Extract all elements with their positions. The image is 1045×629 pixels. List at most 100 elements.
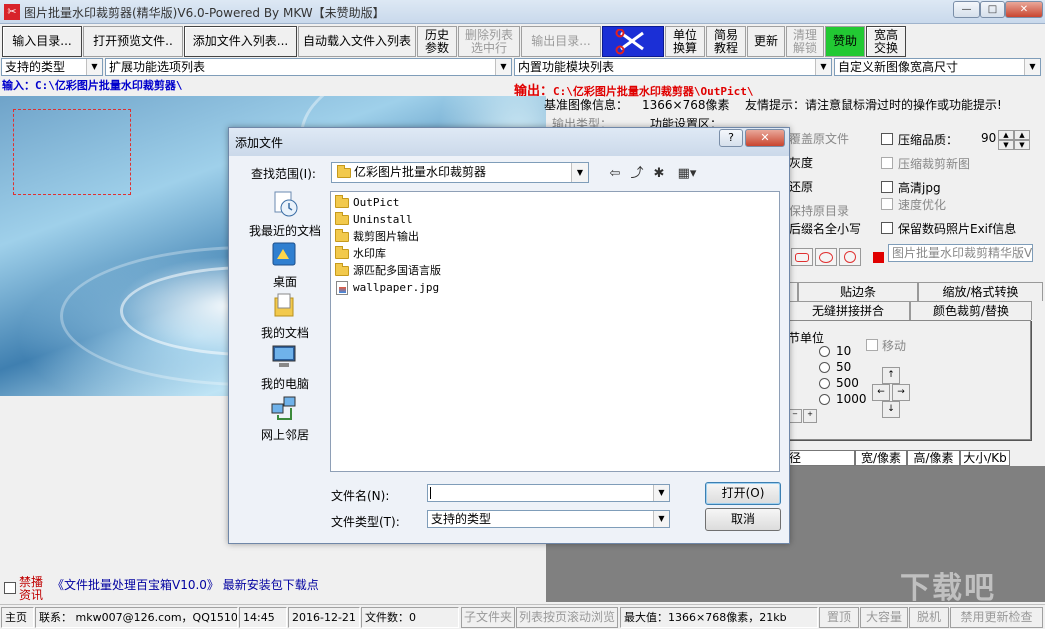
quality-up-button-2[interactable]: ▲ xyxy=(1014,130,1030,140)
output-dir-button[interactable]: 输出目录... xyxy=(521,26,601,57)
quality-down-button[interactable]: ▼ xyxy=(998,140,1014,150)
small-spin-up[interactable]: + xyxy=(803,409,817,423)
new-folder-icon[interactable]: ✱ xyxy=(650,166,668,182)
chevron-down-icon: ▼ xyxy=(571,163,588,182)
unit-line-1: 单位 xyxy=(672,27,697,42)
tutorial-button[interactable]: 简易 教程 xyxy=(706,26,746,57)
list-item[interactable]: OutPict xyxy=(335,195,399,211)
look-in-select[interactable]: 亿彩图片批量水印裁剪器 ▼ xyxy=(331,162,589,183)
text-caret xyxy=(430,487,431,499)
ext-options-select[interactable]: 扩展功能选项列表 ▼ xyxy=(105,58,512,76)
watermark-text-input[interactable]: 图片批量水印裁剪精华版V xyxy=(888,244,1033,262)
rect-shape-button[interactable] xyxy=(791,248,813,266)
col-width[interactable]: 宽/像素 xyxy=(855,450,907,466)
open-dir-button[interactable]: 输入目录... xyxy=(2,26,82,57)
quality-up-button[interactable]: ▲ xyxy=(998,130,1014,140)
news-link[interactable]: 《文件批量处理百宝箱V10.0》 最新安装包下载点 xyxy=(52,576,319,593)
scissors-logo-button[interactable] xyxy=(602,26,664,57)
keep-dir-label: 保持原目录 xyxy=(789,204,850,218)
col-height[interactable]: 高/像素 xyxy=(907,450,960,466)
col-path[interactable]: 径 xyxy=(785,450,855,466)
move-checkbox[interactable] xyxy=(866,339,878,351)
chevron-down-icon[interactable]: ▼ xyxy=(653,485,669,501)
dialog-close-button[interactable]: ✕ xyxy=(745,129,785,147)
unit-convert-button[interactable]: 单位 换算 xyxy=(665,26,705,57)
up-folder-icon[interactable]: ⤴ xyxy=(628,166,646,182)
auto-load-button[interactable]: 自动载入文件入列表 xyxy=(298,26,416,57)
sponsor-button[interactable]: 赞助 xyxy=(825,26,865,57)
help-button[interactable]: ? xyxy=(719,129,743,147)
file-list[interactable]: OutPict Uninstall 裁剪图片输出 水印库 源匹配多国语言版 wa… xyxy=(330,191,780,472)
move-down-button[interactable]: ↓ xyxy=(882,401,900,418)
dialog-title-bar: 添加文件 ? ✕ xyxy=(229,128,789,156)
custom-size-select[interactable]: 自定义新图像宽高尺寸 ▼ xyxy=(834,58,1041,76)
move-right-button[interactable]: → xyxy=(892,384,910,401)
offline-button[interactable]: 脱机 xyxy=(909,607,949,628)
tab-seamless-merge[interactable]: 无缝拼接拼合 xyxy=(786,301,910,320)
scissors-icon xyxy=(613,28,653,55)
tab-scale-format[interactable]: 缩放/格式转换 xyxy=(918,282,1043,301)
delete-row-button[interactable]: 删除列表 选中行 xyxy=(458,26,520,57)
back-icon[interactable]: ⇦ xyxy=(606,166,624,182)
type-select[interactable]: 支持的类型 ▼ xyxy=(1,58,103,76)
compress-new-checkbox[interactable] xyxy=(881,157,893,169)
open-button[interactable]: 打开(O) xyxy=(705,482,781,505)
quality-value[interactable]: 90 xyxy=(981,131,996,145)
home-link[interactable]: 主页 xyxy=(1,607,34,628)
minimize-button[interactable]: — xyxy=(953,1,980,18)
place-desktop[interactable]: 桌面 xyxy=(235,241,325,291)
keep-exif-checkbox[interactable] xyxy=(881,222,893,234)
modules-select[interactable]: 内置功能模块列表 ▼ xyxy=(514,58,832,76)
hq-jpg-checkbox[interactable] xyxy=(881,181,893,193)
list-item[interactable]: 源匹配多国语言版 xyxy=(335,263,441,279)
close-button[interactable]: ✕ xyxy=(1005,1,1043,18)
pin-top-button[interactable]: 置顶 xyxy=(819,607,859,628)
step-radio-500[interactable] xyxy=(819,378,830,389)
ellipse-shape-button[interactable] xyxy=(815,248,837,266)
image-file-icon xyxy=(336,281,348,295)
unlock-button[interactable]: 清理 解锁 xyxy=(786,26,824,57)
large-capacity-button[interactable]: 大容量 xyxy=(860,607,908,628)
tab-color-crop[interactable]: 颜色裁剪/替换 xyxy=(910,301,1032,320)
step-radio-50[interactable] xyxy=(819,362,830,373)
quality-down-button-2[interactable]: ▼ xyxy=(1014,140,1030,150)
cancel-button[interactable]: 取消 xyxy=(705,508,781,531)
color-swatch[interactable] xyxy=(873,252,884,263)
place-my-computer[interactable]: 我的电脑 xyxy=(235,343,325,393)
compress-quality-checkbox[interactable] xyxy=(881,133,893,145)
disable-update-button[interactable]: 禁用更新检查 xyxy=(950,607,1043,628)
swap-wh-button[interactable]: 宽高 交换 xyxy=(866,26,906,57)
place-recent[interactable]: 我最近的文档 xyxy=(235,190,325,240)
circle-shape-button[interactable] xyxy=(839,248,861,266)
tab-edge-strip[interactable]: 贴边条 xyxy=(798,282,918,301)
maximize-button[interactable]: □ xyxy=(980,1,1005,18)
open-preview-button[interactable]: 打开预览文件.. xyxy=(83,26,183,57)
view-menu-icon[interactable]: ▦▾ xyxy=(674,166,700,182)
compress-quality-label: 压缩品质： xyxy=(898,133,959,147)
update-button[interactable]: 更新 xyxy=(747,26,785,57)
site-watermark: 下载吧 xyxy=(900,571,996,606)
list-item[interactable]: Uninstall xyxy=(335,212,413,228)
step-radio-10[interactable] xyxy=(819,346,830,357)
filename-input[interactable]: ▼ xyxy=(427,484,670,502)
col-size[interactable]: 大小/Kb xyxy=(960,450,1010,466)
list-item[interactable]: 裁剪图片输出 xyxy=(335,229,419,245)
place-network[interactable]: 网上邻居 xyxy=(235,394,325,444)
block-news-checkbox[interactable] xyxy=(4,582,16,594)
filetype-select[interactable]: 支持的类型 ▼ xyxy=(427,510,670,528)
list-item[interactable]: 水印库 xyxy=(335,246,386,262)
scroll-view-button[interactable]: 列表按页滚动浏览 xyxy=(516,607,618,628)
title-bar: ✂ 图片批量水印裁剪器(精华版)V6.0-Powered By MKW【未赞助版… xyxy=(0,0,1045,24)
history-params-button[interactable]: 历史 参数 xyxy=(417,26,457,57)
small-spin-down[interactable]: − xyxy=(788,409,802,423)
speed-opt-checkbox[interactable] xyxy=(881,198,893,210)
step-radio-1000[interactable] xyxy=(819,394,830,405)
delete-line-1: 删除列表 xyxy=(464,27,513,42)
list-item[interactable]: wallpaper.jpg xyxy=(335,280,439,296)
crop-selection-box[interactable] xyxy=(13,109,131,195)
move-up-button[interactable]: ↑ xyxy=(882,367,900,384)
move-left-button[interactable]: ← xyxy=(872,384,890,401)
subfolder-button[interactable]: 子文件夹 xyxy=(461,607,515,628)
place-my-docs[interactable]: 我的文档 xyxy=(235,292,325,342)
add-to-list-button[interactable]: 添加文件入列表... xyxy=(184,26,297,57)
